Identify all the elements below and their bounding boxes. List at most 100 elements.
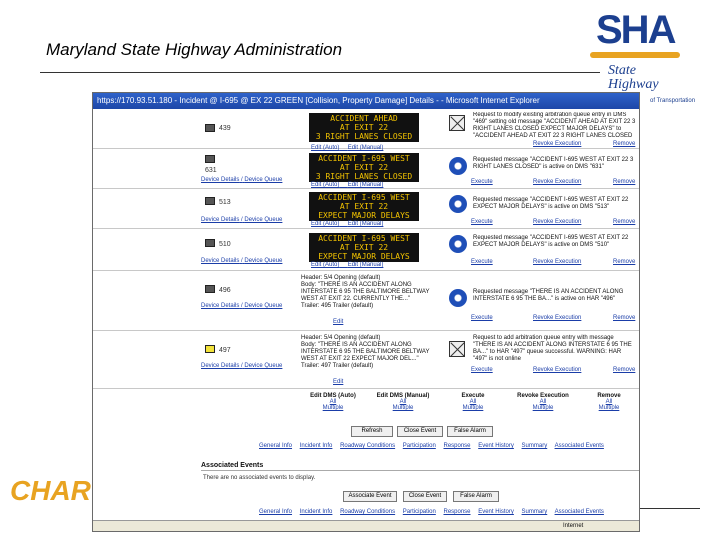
false-alarm-button[interactable]: False Alarm bbox=[447, 426, 493, 437]
device-number: 496 bbox=[219, 287, 231, 294]
remove-link[interactable]: Remove bbox=[613, 315, 635, 321]
execute-link[interactable]: Execute bbox=[471, 315, 493, 321]
request-status: Request to modify existing arbitration q… bbox=[473, 112, 636, 139]
tab-roadway-conditions[interactable]: Roadway Conditions bbox=[340, 443, 395, 449]
refresh-button[interactable]: Refresh bbox=[351, 426, 393, 437]
tab-incident-info[interactable]: Incident Info bbox=[300, 443, 333, 449]
bulk-multiple-link[interactable]: Multiple bbox=[513, 405, 573, 411]
har-message: Header: 5/4 Opening (default) Body: "THE… bbox=[301, 275, 441, 310]
associate-event-button[interactable]: Associate Event bbox=[343, 491, 397, 502]
edit-auto-link[interactable]: Edit (Auto) bbox=[311, 262, 339, 268]
tab-participation[interactable]: Participation bbox=[403, 509, 436, 515]
close-event-button-2[interactable]: Close Event bbox=[403, 491, 447, 502]
device-details-link[interactable]: Device Details bbox=[201, 363, 239, 369]
har-body: Body: "THERE IS AN ACCIDENT ALONG INTERS… bbox=[301, 342, 430, 362]
title-divider bbox=[40, 72, 600, 73]
tab-response[interactable]: Response bbox=[443, 509, 470, 515]
bulk-edit-manual: Edit DMS (Manual) All Multiple bbox=[373, 393, 433, 411]
bulk-execute: Execute All Multiple bbox=[443, 393, 503, 411]
tab-roadway-conditions[interactable]: Roadway Conditions bbox=[340, 509, 395, 515]
device-queue-link[interactable]: Device Queue bbox=[244, 303, 282, 309]
edit-auto-link[interactable]: Edit (Auto) bbox=[311, 145, 339, 151]
tab-associated-events[interactable]: Associated Events bbox=[555, 443, 604, 449]
associated-events-note: There are no associated events to displa… bbox=[203, 475, 316, 481]
remove-link[interactable]: Remove bbox=[613, 259, 635, 265]
remove-link[interactable]: Remove bbox=[613, 141, 635, 147]
dms-device-icon bbox=[205, 155, 215, 163]
revoke-execution-link[interactable]: Revoke Execution bbox=[533, 367, 581, 373]
close-event-button[interactable]: Close Event bbox=[397, 426, 443, 437]
bulk-multiple-link[interactable]: Multiple bbox=[443, 405, 503, 411]
edit-manual-link[interactable]: Edit (Manual) bbox=[348, 182, 384, 188]
har-edit-link[interactable]: Edit bbox=[333, 319, 343, 325]
tab-general-info[interactable]: General Info bbox=[259, 509, 292, 515]
remove-link[interactable]: Remove bbox=[613, 179, 635, 185]
internet-zone-label: Internet bbox=[563, 523, 584, 529]
dms-line: ACCIDENT I-695 WEST bbox=[318, 234, 410, 243]
execute-link[interactable]: Execute bbox=[471, 179, 493, 185]
execute-link[interactable]: Execute bbox=[471, 259, 493, 265]
device-queue-link[interactable]: Device Queue bbox=[244, 258, 282, 264]
edit-manual-link[interactable]: Edit (Manual) bbox=[348, 262, 384, 268]
device-row: 497 Device Details / Device Queue Header… bbox=[93, 331, 639, 389]
tab-event-history[interactable]: Event History bbox=[478, 443, 514, 449]
revoke-execution-link[interactable]: Revoke Execution bbox=[533, 259, 581, 265]
har-message: Header: 5/4 Opening (default) Body: "THE… bbox=[301, 335, 441, 370]
edit-links: Edit (Auto) Edit (Manual) bbox=[311, 221, 383, 227]
har-edit-link[interactable]: Edit bbox=[333, 379, 343, 385]
execute-link[interactable]: Execute bbox=[471, 367, 493, 373]
revoke-execution-link[interactable]: Revoke Execution bbox=[533, 219, 581, 225]
device-number: 439 bbox=[219, 125, 231, 132]
edit-links: Edit (Auto) Edit (Manual) bbox=[311, 262, 383, 268]
tab-summary[interactable]: Summary bbox=[522, 509, 548, 515]
tab-summary[interactable]: Summary bbox=[522, 443, 548, 449]
bulk-multiple-link[interactable]: Multiple bbox=[303, 405, 363, 411]
request-status: Requested message "ACCIDENT I-695 WEST A… bbox=[473, 235, 629, 248]
slide: Maryland State Highway Administration SH… bbox=[0, 0, 720, 540]
request-status: Request to add arbitration queue entry w… bbox=[473, 335, 632, 362]
link-separator: / bbox=[241, 363, 243, 369]
tab-event-history[interactable]: Event History bbox=[478, 509, 514, 515]
browser-titlebar: https://170.93.51.180 - Incident @ I-695… bbox=[93, 93, 639, 109]
tab-general-info[interactable]: General Info bbox=[259, 443, 292, 449]
device-queue-link[interactable]: Device Queue bbox=[244, 217, 282, 223]
request-status: Requested message "THERE IS AN ACCIDENT … bbox=[473, 289, 624, 302]
edit-auto-link[interactable]: Edit (Auto) bbox=[311, 182, 339, 188]
revoke-execution-link[interactable]: Revoke Execution bbox=[533, 315, 581, 321]
footer-divider bbox=[640, 508, 700, 509]
device-queue-link[interactable]: Device Queue bbox=[244, 177, 282, 183]
gear-icon bbox=[449, 289, 467, 307]
dms-line: 3 RIGHT LANES CLOSED bbox=[315, 132, 413, 141]
device-queue-link[interactable]: Device Queue bbox=[244, 363, 282, 369]
link-separator: / bbox=[241, 177, 243, 183]
bulk-edit-auto: Edit DMS (Auto) All Multiple bbox=[303, 393, 363, 411]
tab-incident-info[interactable]: Incident Info bbox=[300, 509, 333, 515]
dms-message: ACCIDENT I-695 WEST AT EXIT 22 EXPECT MA… bbox=[309, 192, 419, 221]
dms-line: ACCIDENT I-695 WEST bbox=[318, 193, 410, 202]
edit-auto-link[interactable]: Edit (Auto) bbox=[311, 221, 339, 227]
device-details-link[interactable]: Device Details bbox=[201, 217, 239, 223]
false-alarm-button-2[interactable]: False Alarm bbox=[453, 491, 499, 502]
device-number: 631 bbox=[205, 167, 217, 174]
device-links: Device Details / Device Queue bbox=[201, 303, 282, 309]
device-details-link[interactable]: Device Details bbox=[201, 258, 239, 264]
tab-associated-events[interactable]: Associated Events bbox=[555, 509, 604, 515]
revoke-execution-link[interactable]: Revoke Execution bbox=[533, 179, 581, 185]
device-details-link[interactable]: Device Details bbox=[201, 303, 239, 309]
dms-line: ACCIDENT I-695 WEST bbox=[318, 154, 410, 163]
bulk-multiple-link[interactable]: Multiple bbox=[579, 405, 639, 411]
edit-manual-link[interactable]: Edit (Manual) bbox=[348, 145, 384, 151]
remove-link[interactable]: Remove bbox=[613, 367, 635, 373]
link-separator: / bbox=[241, 303, 243, 309]
tab-participation[interactable]: Participation bbox=[403, 443, 436, 449]
edit-manual-link[interactable]: Edit (Manual) bbox=[348, 221, 384, 227]
device-details-link[interactable]: Device Details bbox=[201, 177, 239, 183]
bulk-multiple-link[interactable]: Multiple bbox=[373, 405, 433, 411]
device-row: 631 Device Details / Device Queue Edit (… bbox=[93, 145, 639, 189]
execute-link[interactable]: Execute bbox=[471, 219, 493, 225]
revoke-execution-link[interactable]: Revoke Execution bbox=[533, 141, 581, 147]
tab-response[interactable]: Response bbox=[443, 443, 470, 449]
remove-link[interactable]: Remove bbox=[613, 219, 635, 225]
har-trailer: Trailer: 495 Trailer (default) bbox=[301, 303, 374, 309]
dms-line: AT EXIT 22 bbox=[339, 243, 389, 252]
